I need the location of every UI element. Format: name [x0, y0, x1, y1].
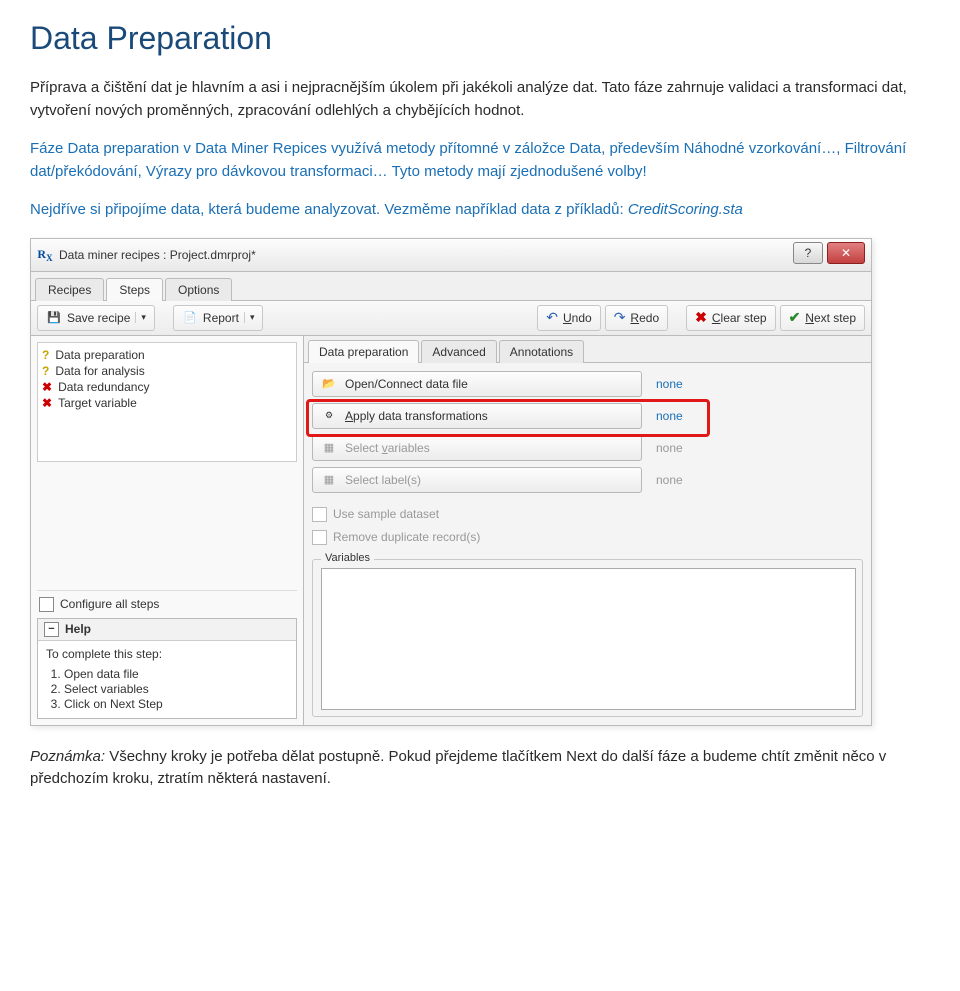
help-step-2: Select variables — [64, 682, 288, 696]
open-data-label: Open/Connect data file — [345, 377, 468, 391]
checkbox-icon[interactable] — [312, 530, 327, 545]
tree-item-data-redundancy[interactable]: ✖ Data redundancy — [42, 379, 292, 395]
paragraph-phase: Fáze Data preparation v Data Miner Repic… — [30, 138, 930, 183]
toolbar: 💾 Save recipe ▾ 📄 Report ▾ ↶ Undo ↷ Redo… — [31, 301, 871, 336]
tab-recipes[interactable]: Recipes — [35, 278, 104, 301]
tree-label: Data preparation — [55, 348, 144, 362]
select-variables-button[interactable]: ▦ Select variables — [312, 435, 642, 461]
window-close-button[interactable]: ✕ — [827, 242, 865, 264]
save-icon: 💾 — [46, 310, 62, 326]
tree-label: Data for analysis — [55, 364, 144, 378]
chevron-down-icon[interactable]: ▾ — [244, 312, 255, 323]
folder-open-icon: 📂 — [321, 376, 337, 392]
undo-label: Undo — [563, 311, 592, 325]
x-icon: ✖ — [42, 380, 52, 394]
redo-button[interactable]: ↷ Redo — [605, 305, 668, 331]
question-icon: ? — [42, 348, 49, 362]
help-title: Help — [65, 622, 91, 636]
apply-transformations-label: Apply data transformations — [345, 409, 488, 423]
undo-button[interactable]: ↶ Undo — [537, 305, 600, 331]
select-variables-label: Select variables — [345, 441, 430, 455]
x-icon: ✖ — [42, 396, 52, 410]
status-none-vars: none — [656, 441, 683, 455]
tree-label: Data redundancy — [58, 380, 149, 394]
next-step-button[interactable]: ✔ Next step — [780, 305, 865, 331]
tab-options[interactable]: Options — [165, 278, 232, 301]
help-panel: − Help To complete this step: Open data … — [37, 618, 297, 719]
app-icon: RX — [37, 247, 53, 263]
variables-icon: ▦ — [321, 440, 337, 456]
clear-step-button[interactable]: ✖ Clear step — [686, 305, 775, 331]
variables-list-empty — [321, 568, 856, 710]
collapse-icon[interactable]: − — [44, 622, 59, 637]
apply-transformations-button[interactable]: ⚙ Apply data transformations — [312, 403, 642, 429]
window-help-button[interactable]: ? — [793, 242, 823, 264]
status-none-labels: none — [656, 473, 683, 487]
help-step-1: Open data file — [64, 667, 288, 681]
remove-duplicate-label: Remove duplicate record(s) — [333, 530, 480, 544]
paragraph-intro: Příprava a čištění dat je hlavním a asi … — [30, 77, 930, 122]
tree-item-data-preparation[interactable]: ? Data preparation — [42, 347, 292, 363]
redo-label: Redo — [630, 311, 659, 325]
report-label: Report — [203, 311, 239, 325]
top-tabs: Recipes Steps Options — [31, 272, 871, 301]
clear-step-label: Clear step — [712, 311, 767, 325]
screenshot-window: RX Data miner recipes : Project.dmrproj*… — [30, 238, 872, 726]
left-panel: ? Data preparation ? Data for analysis ✖… — [31, 336, 304, 725]
redo-icon: ↷ — [614, 309, 626, 326]
checkbox-icon[interactable] — [39, 597, 54, 612]
save-recipe-button[interactable]: 💾 Save recipe ▾ — [37, 305, 155, 331]
inner-tabs: Data preparation Advanced Annotations — [304, 336, 871, 363]
configure-all-row[interactable]: Configure all steps — [37, 590, 297, 618]
tree-item-data-for-analysis[interactable]: ? Data for analysis — [42, 363, 292, 379]
use-sample-label: Use sample dataset — [333, 507, 439, 521]
steps-tree: ? Data preparation ? Data for analysis ✖… — [37, 342, 297, 462]
configure-label: Configure all steps — [60, 597, 159, 611]
window-title: Data miner recipes : Project.dmrproj* — [59, 248, 256, 262]
next-step-label: Next step — [805, 311, 856, 325]
page-title: Data Preparation — [30, 20, 930, 57]
gear-list-icon: ⚙ — [321, 408, 337, 424]
open-data-file-button[interactable]: 📂 Open/Connect data file — [312, 371, 642, 397]
status-none-apply: none — [656, 409, 683, 423]
report-button[interactable]: 📄 Report ▾ — [173, 305, 264, 331]
tree-label: Target variable — [58, 396, 137, 410]
variables-legend: Variables — [321, 552, 374, 564]
tree-item-target-variable[interactable]: ✖ Target variable — [42, 395, 292, 411]
footnote: Poznámka: Všechny kroky je potřeba dělat… — [30, 746, 930, 791]
labels-icon: ▦ — [321, 472, 337, 488]
paragraph-attach: Nejdříve si připojíme data, která budeme… — [30, 199, 930, 222]
checkbox-icon[interactable] — [312, 507, 327, 522]
remove-duplicate-row[interactable]: Remove duplicate record(s) — [312, 526, 863, 549]
help-lead: To complete this step: — [46, 647, 288, 661]
report-icon: 📄 — [182, 310, 198, 326]
right-panel: Data preparation Advanced Annotations 📂 … — [304, 336, 871, 725]
select-labels-label: Select label(s) — [345, 473, 421, 487]
help-step-3: Click on Next Step — [64, 697, 288, 711]
use-sample-row[interactable]: Use sample dataset — [312, 503, 863, 526]
save-label: Save recipe — [67, 311, 130, 325]
window-titlebar: RX Data miner recipes : Project.dmrproj*… — [31, 239, 871, 272]
status-none-open: none — [656, 377, 683, 391]
undo-icon: ↶ — [546, 309, 558, 326]
select-labels-button[interactable]: ▦ Select label(s) — [312, 467, 642, 493]
x-icon: ✖ — [695, 309, 707, 326]
tab-steps[interactable]: Steps — [106, 278, 163, 301]
variables-group: Variables — [312, 559, 863, 717]
inner-tab-advanced[interactable]: Advanced — [421, 340, 496, 363]
inner-tab-annotations[interactable]: Annotations — [499, 340, 584, 363]
help-header[interactable]: − Help — [38, 619, 296, 641]
check-icon: ✔ — [789, 309, 801, 326]
help-body: To complete this step: Open data file Se… — [38, 641, 296, 718]
inner-tab-data-preparation[interactable]: Data preparation — [308, 340, 419, 363]
chevron-down-icon[interactable]: ▾ — [135, 312, 146, 323]
question-icon: ? — [42, 364, 49, 378]
